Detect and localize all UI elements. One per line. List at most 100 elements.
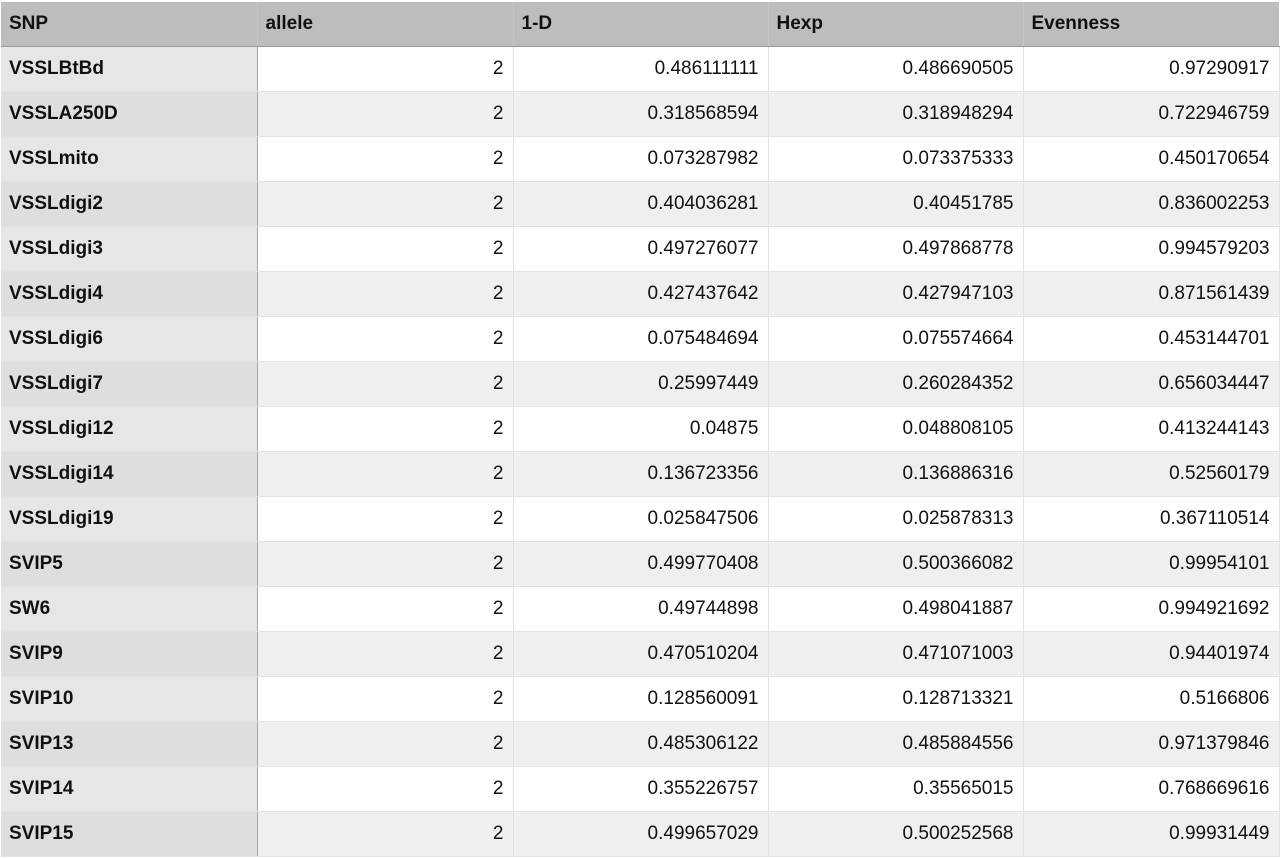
cell-evenness[interactable]: 0.99954101 — [1023, 541, 1280, 587]
column-header-allele[interactable]: allele — [257, 2, 514, 47]
cell-hexp[interactable]: 0.498041887 — [768, 586, 1024, 632]
cell-hexp[interactable]: 0.318948294 — [768, 91, 1024, 137]
cell-allele[interactable]: 2 — [257, 586, 514, 632]
cell-1-d[interactable]: 0.486111111 — [513, 46, 769, 92]
cell-1-d[interactable]: 0.25997449 — [513, 361, 769, 407]
cell-hexp[interactable]: 0.35565015 — [768, 766, 1024, 812]
table-row: VSSLmito 2 0.073287982 0.073375333 0.450… — [1, 136, 1280, 182]
cell-snp[interactable]: VSSLdigi2 — [1, 181, 258, 227]
cell-1-d[interactable]: 0.318568594 — [513, 91, 769, 137]
cell-snp[interactable]: SVIP9 — [1, 631, 258, 677]
cell-evenness[interactable]: 0.97290917 — [1023, 46, 1280, 92]
cell-evenness[interactable]: 0.367110514 — [1023, 496, 1280, 542]
cell-evenness[interactable]: 0.5166806 — [1023, 676, 1280, 722]
cell-hexp[interactable]: 0.500252568 — [768, 811, 1024, 857]
cell-evenness[interactable]: 0.994921692 — [1023, 586, 1280, 632]
column-header-snp[interactable]: SNP — [1, 2, 258, 47]
cell-snp[interactable]: VSSLdigi7 — [1, 361, 258, 407]
cell-allele[interactable]: 2 — [257, 361, 514, 407]
cell-evenness[interactable]: 0.94401974 — [1023, 631, 1280, 677]
cell-1-d[interactable]: 0.025847506 — [513, 496, 769, 542]
cell-hexp[interactable]: 0.075574664 — [768, 316, 1024, 362]
cell-allele[interactable]: 2 — [257, 451, 514, 497]
column-header-evenness[interactable]: Evenness — [1023, 2, 1279, 47]
cell-hexp[interactable]: 0.500366082 — [768, 541, 1024, 587]
cell-1-d[interactable]: 0.427437642 — [513, 271, 769, 317]
cell-allele[interactable]: 2 — [257, 226, 514, 272]
cell-hexp[interactable]: 0.048808105 — [768, 406, 1024, 452]
cell-evenness[interactable]: 0.450170654 — [1023, 136, 1280, 182]
cell-snp[interactable]: VSSLdigi12 — [1, 406, 258, 452]
cell-evenness[interactable]: 0.871561439 — [1023, 271, 1280, 317]
cell-allele[interactable]: 2 — [257, 496, 514, 542]
cell-allele[interactable]: 2 — [257, 406, 514, 452]
cell-1-d[interactable]: 0.075484694 — [513, 316, 769, 362]
cell-allele[interactable]: 2 — [257, 181, 514, 227]
table-row: SVIP15 2 0.499657029 0.500252568 0.99931… — [1, 811, 1280, 857]
cell-hexp[interactable]: 0.073375333 — [768, 136, 1024, 182]
cell-evenness[interactable]: 0.994579203 — [1023, 226, 1280, 272]
cell-allele[interactable]: 2 — [257, 91, 514, 137]
cell-snp[interactable]: SVIP13 — [1, 721, 258, 767]
cell-evenness[interactable]: 0.413244143 — [1023, 406, 1280, 452]
cell-snp[interactable]: VSSLdigi14 — [1, 451, 258, 497]
cell-evenness[interactable]: 0.656034447 — [1023, 361, 1280, 407]
cell-1-d[interactable]: 0.499657029 — [513, 811, 769, 857]
cell-1-d[interactable]: 0.499770408 — [513, 541, 769, 587]
cell-allele[interactable]: 2 — [257, 46, 514, 92]
cell-snp[interactable]: VSSLBtBd — [1, 46, 258, 92]
cell-1-d[interactable]: 0.04875 — [513, 406, 769, 452]
cell-1-d[interactable]: 0.136723356 — [513, 451, 769, 497]
cell-1-d[interactable]: 0.128560091 — [513, 676, 769, 722]
table-row: SVIP14 2 0.355226757 0.35565015 0.768669… — [1, 766, 1280, 812]
cell-snp[interactable]: VSSLdigi3 — [1, 226, 258, 272]
cell-hexp[interactable]: 0.40451785 — [768, 181, 1024, 227]
cell-snp[interactable]: VSSLdigi6 — [1, 316, 258, 362]
table-header: SNP allele 1-D Hexp Evenness — [1, 2, 1279, 47]
cell-1-d[interactable]: 0.355226757 — [513, 766, 769, 812]
column-header-1-d[interactable]: 1-D — [513, 2, 769, 47]
cell-snp[interactable]: VSSLdigi19 — [1, 496, 258, 542]
cell-allele[interactable]: 2 — [257, 271, 514, 317]
cell-allele[interactable]: 2 — [257, 811, 514, 857]
cell-evenness[interactable]: 0.453144701 — [1023, 316, 1280, 362]
cell-evenness[interactable]: 0.768669616 — [1023, 766, 1280, 812]
cell-evenness[interactable]: 0.99931449 — [1023, 811, 1280, 857]
cell-hexp[interactable]: 0.136886316 — [768, 451, 1024, 497]
cell-1-d[interactable]: 0.49744898 — [513, 586, 769, 632]
cell-hexp[interactable]: 0.471071003 — [768, 631, 1024, 677]
cell-snp[interactable]: SW6 — [1, 586, 258, 632]
cell-snp[interactable]: SVIP15 — [1, 811, 258, 857]
cell-allele[interactable]: 2 — [257, 631, 514, 677]
column-header-hexp[interactable]: Hexp — [768, 2, 1024, 47]
cell-hexp[interactable]: 0.128713321 — [768, 676, 1024, 722]
cell-hexp[interactable]: 0.497868778 — [768, 226, 1024, 272]
cell-evenness[interactable]: 0.971379846 — [1023, 721, 1280, 767]
cell-1-d[interactable]: 0.470510204 — [513, 631, 769, 677]
cell-allele[interactable]: 2 — [257, 316, 514, 362]
cell-allele[interactable]: 2 — [257, 136, 514, 182]
cell-allele[interactable]: 2 — [257, 541, 514, 587]
cell-hexp[interactable]: 0.260284352 — [768, 361, 1024, 407]
cell-1-d[interactable]: 0.497276077 — [513, 226, 769, 272]
cell-snp[interactable]: VSSLmito — [1, 136, 258, 182]
cell-allele[interactable]: 2 — [257, 766, 514, 812]
cell-evenness[interactable]: 0.722946759 — [1023, 91, 1280, 137]
cell-snp[interactable]: VSSLA250D — [1, 91, 258, 137]
cell-hexp[interactable]: 0.485884556 — [768, 721, 1024, 767]
data-table: SNP allele 1-D Hexp Evenness VSSLBtBd 2 … — [1, 2, 1280, 857]
cell-allele[interactable]: 2 — [257, 721, 514, 767]
cell-1-d[interactable]: 0.404036281 — [513, 181, 769, 227]
cell-evenness[interactable]: 0.836002253 — [1023, 181, 1280, 227]
cell-snp[interactable]: SVIP10 — [1, 676, 258, 722]
cell-hexp[interactable]: 0.486690505 — [768, 46, 1024, 92]
cell-hexp[interactable]: 0.427947103 — [768, 271, 1024, 317]
cell-snp[interactable]: SVIP5 — [1, 541, 258, 587]
cell-1-d[interactable]: 0.485306122 — [513, 721, 769, 767]
cell-evenness[interactable]: 0.52560179 — [1023, 451, 1280, 497]
cell-1-d[interactable]: 0.073287982 — [513, 136, 769, 182]
cell-snp[interactable]: SVIP14 — [1, 766, 258, 812]
cell-allele[interactable]: 2 — [257, 676, 514, 722]
cell-snp[interactable]: VSSLdigi4 — [1, 271, 258, 317]
cell-hexp[interactable]: 0.025878313 — [768, 496, 1024, 542]
